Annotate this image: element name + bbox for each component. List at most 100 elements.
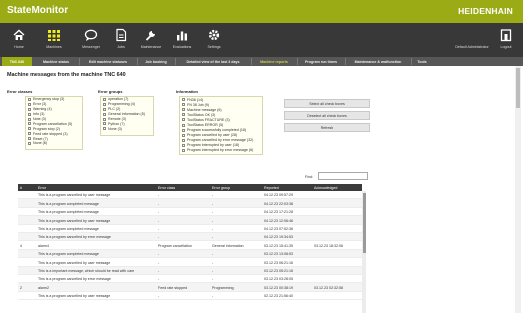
page-scrollbar[interactable]: [515, 66, 521, 313]
checkbox[interactable]: [182, 133, 185, 137]
checkbox[interactable]: [182, 143, 185, 147]
table-row[interactable]: 2 alarm2 Feed rate stopped Programming 03.12…: [18, 283, 362, 292]
find-input[interactable]: [318, 172, 368, 180]
table-row[interactable]: This is a program cancelled by user mess…: [18, 258, 362, 267]
checkbox[interactable]: [182, 118, 185, 122]
checkbox[interactable]: [28, 102, 31, 106]
cell-error-group: Programming: [212, 285, 234, 290]
table-row[interactable]: This is a program cancelled by user mess…: [18, 216, 362, 225]
table-row[interactable]: This is a program cancelled by user mess…: [18, 292, 362, 301]
nav-messenger[interactable]: Messenger: [74, 25, 108, 55]
checkbox[interactable]: [103, 127, 106, 131]
cell-acknowledged: [312, 216, 362, 223]
cell-acknowledged: [312, 267, 362, 274]
table-row[interactable]: This is a important message, which shoul…: [18, 266, 362, 275]
cell-error: This is a important message, which shoul…: [38, 268, 135, 273]
checkbox[interactable]: [182, 103, 185, 107]
checkbox-row[interactable]: Program interrupted by error message (6): [180, 148, 262, 153]
table-row[interactable]: This is a program completed message - - 04.…: [18, 225, 362, 233]
cell-acknowledged: 03.12.23 02:32:58: [314, 285, 343, 290]
checkbox-row[interactable]: None (8): [26, 141, 82, 146]
find-label: Find:: [305, 175, 313, 179]
checkbox[interactable]: [182, 113, 185, 117]
column-header-reported[interactable]: Reported: [262, 184, 312, 191]
checkbox[interactable]: [103, 107, 106, 111]
cell-acknowledged: [312, 258, 362, 265]
nav-maintenance[interactable]: Maintenance: [134, 25, 168, 55]
column-header-error-group[interactable]: Error group: [210, 184, 262, 191]
tab-detailed-view[interactable]: Detailed view of the last 3 days: [176, 57, 250, 66]
checkbox[interactable]: [28, 112, 31, 116]
checkbox[interactable]: [28, 97, 31, 101]
nav-machines-label: Machines: [46, 45, 62, 49]
checkbox[interactable]: [28, 127, 31, 131]
nav-settings[interactable]: Settings: [197, 25, 231, 55]
checkbox[interactable]: [182, 138, 185, 142]
table-row[interactable]: This is a program completed message - - 04.…: [18, 208, 362, 217]
column-header-number[interactable]: #: [18, 184, 36, 191]
checkbox[interactable]: [28, 117, 31, 121]
tab-job-booking[interactable]: Job booking: [138, 57, 174, 66]
tab-tools[interactable]: Tools: [412, 57, 432, 66]
cell-reported: 04.12.23 22:03:38: [264, 201, 293, 206]
logout-button[interactable]: Logout: [489, 25, 523, 55]
tab-tnc-640[interactable]: TNC 640: [2, 57, 32, 66]
nav-maintenance-label: Maintenance: [140, 45, 162, 49]
cell-error-group: -: [212, 201, 214, 206]
jobs-icon: [116, 28, 127, 42]
column-header-acknowledged[interactable]: Acknowledged: [312, 184, 362, 191]
checkbox-row[interactable]: Program cancelled by error message (32): [180, 138, 262, 143]
table-scrollbar[interactable]: [362, 191, 366, 313]
checkbox[interactable]: [28, 107, 31, 111]
table-row[interactable]: This is a program cancelled by error mes…: [18, 275, 362, 284]
checkbox[interactable]: [28, 132, 31, 136]
table-scrollbar-thumb[interactable]: [362, 193, 366, 253]
checkbox[interactable]: [103, 112, 106, 116]
checkbox[interactable]: [28, 137, 31, 141]
tab-machine-status[interactable]: Machine status: [34, 57, 78, 66]
table-row[interactable]: This is a program cancelled by user mess…: [18, 191, 362, 200]
table-row[interactable]: 4 alarm4 Program cancellation General infor…: [18, 241, 362, 250]
checkbox-label: Python (7): [108, 121, 125, 126]
checkbox[interactable]: [182, 148, 185, 152]
column-header-error-class[interactable]: Error class: [156, 184, 210, 191]
checkbox[interactable]: [103, 102, 106, 106]
cell-number: [18, 258, 36, 265]
refresh-button[interactable]: Refresh: [284, 123, 370, 132]
page-scrollbar-thumb[interactable]: [516, 68, 520, 108]
checkbox-label: Program stop (2): [33, 126, 60, 131]
tab-machine-reports[interactable]: Machine reports: [252, 57, 296, 66]
nav-home[interactable]: Home: [2, 25, 36, 55]
table-row[interactable]: This is a program completed message - - 03.…: [18, 249, 362, 259]
checkbox[interactable]: [103, 97, 106, 101]
select-all-button[interactable]: Select all check boxes: [284, 99, 370, 108]
table-row[interactable]: This is a program cancelled by error mes…: [18, 232, 362, 242]
deselect-all-button[interactable]: Deselect all check boxes: [284, 111, 370, 120]
cell-number: [18, 225, 36, 232]
user-menu[interactable]: Default Administrator: [452, 25, 492, 55]
error-classes-title: Error classes: [7, 89, 33, 94]
checkbox[interactable]: [103, 117, 106, 121]
column-header-error[interactable]: Error: [36, 184, 156, 191]
checkbox[interactable]: [28, 122, 31, 126]
checkbox-row[interactable]: None (3): [101, 126, 153, 131]
checkbox[interactable]: [182, 128, 185, 132]
nav-evaluations[interactable]: Evaluations: [165, 25, 199, 55]
tab-maintenance-malfunction[interactable]: Maintenance & malfunction: [346, 57, 410, 66]
table-row[interactable]: This is a program completed message - - 04.…: [18, 199, 362, 208]
checkbox[interactable]: [182, 123, 185, 127]
checkbox-label: PLC (2): [108, 107, 121, 112]
checkbox[interactable]: [182, 98, 185, 102]
nav-machines[interactable]: Machines: [37, 25, 71, 55]
checkbox-label: FN 38 Job (9): [187, 102, 209, 107]
information-title: Information: [176, 89, 198, 94]
checkbox[interactable]: [28, 141, 31, 145]
tab-program-run-times[interactable]: Program run times: [298, 57, 344, 66]
cell-error: This is a program completed message: [38, 201, 99, 206]
nav-jobs[interactable]: Jobs: [104, 25, 138, 55]
checkbox[interactable]: [182, 108, 185, 112]
tab-edit-machine-statuses[interactable]: Edit machine statuses: [80, 57, 136, 66]
cell-reported: 03.12.23 00:38:19: [264, 285, 293, 290]
table-header: # Error Error class Error group Reported…: [18, 184, 362, 191]
checkbox[interactable]: [103, 122, 106, 126]
